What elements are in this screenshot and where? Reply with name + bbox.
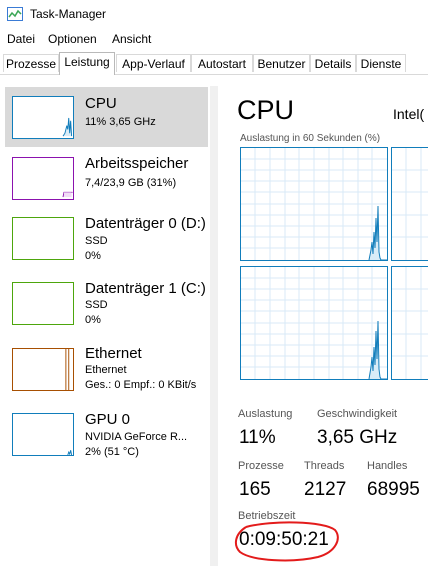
- menu-optionen[interactable]: Optionen: [48, 32, 97, 46]
- handles-label: Handles: [367, 460, 408, 472]
- sidebar-item-name: Datenträger 0 (D:): [85, 215, 206, 232]
- sidebar-item-name: Datenträger 1 (C:): [85, 280, 206, 297]
- cpu-core-graph: [240, 266, 388, 380]
- menu-datei[interactable]: Datei: [7, 32, 35, 46]
- sidebar-item-name: CPU: [85, 95, 117, 112]
- cpu-core-graph-canvas: [392, 148, 428, 260]
- sidebar-item-disk-1[interactable]: Datenträger 1 (C:) SSD 0%: [5, 278, 208, 338]
- auslastung-value: 11%: [239, 427, 276, 448]
- sidebar-item-detail-2: 0%: [85, 250, 101, 262]
- sidebar-item-cpu[interactable]: CPU 11% 3,65 GHz: [5, 87, 208, 147]
- sidebar-item-detail: 7,4/23,9 GB (31%): [85, 177, 177, 189]
- sidebar-item-detail: SSD: [85, 235, 108, 247]
- cpu-core-graph-canvas: [241, 148, 387, 261]
- sidebar-item-detail: NVIDIA GeForce R...: [85, 431, 188, 443]
- cpu-detail-panel: CPU Intel( Auslastung in 60 Sekunden (%): [218, 86, 428, 566]
- disk-1-thumbnail-graph: [12, 282, 74, 325]
- threads-value: 2127: [304, 479, 347, 500]
- cpu-model-name: Intel(: [393, 106, 425, 122]
- sidebar-item-detail: 11% 3,65 GHz: [85, 116, 156, 128]
- sidebar-scrollbar[interactable]: [210, 86, 218, 566]
- graph-label: Auslastung in 60 Sekunden (%): [240, 133, 381, 144]
- window-title: Task-Manager: [30, 7, 107, 21]
- cpu-core-graph-canvas: [392, 267, 428, 379]
- sidebar-item-detail: Ethernet: [85, 364, 127, 376]
- geschwindigkeit-label: Geschwindigkeit: [317, 408, 398, 420]
- menu-ansicht[interactable]: Ansicht: [112, 32, 151, 46]
- threads-label: Threads: [304, 460, 345, 472]
- memory-thumbnail-graph: [12, 157, 74, 200]
- tab-strip: Prozesse Leistung App-Verlauf Autostart …: [0, 52, 428, 75]
- gpu-0-thumbnail-graph: [12, 413, 74, 456]
- sidebar-item-name: Ethernet: [85, 345, 142, 362]
- sidebar-item-ethernet[interactable]: Ethernet Ethernet Ges.: 0 Empf.: 0 KBit/…: [5, 344, 208, 404]
- sidebar-item-memory[interactable]: Arbeitsspeicher 7,4/23,9 GB (31%): [5, 150, 208, 210]
- sidebar-item-detail-2: 2% (51 °C): [85, 446, 139, 458]
- cpu-core-graph: [391, 147, 428, 261]
- cpu-core-graph: [391, 266, 428, 380]
- geschwindigkeit-value: 3,65 GHz: [317, 427, 398, 448]
- sidebar-item-name: Arbeitsspeicher: [85, 155, 189, 172]
- tab-app-verlauf[interactable]: App-Verlauf: [116, 54, 191, 72]
- tab-leistung[interactable]: Leistung: [59, 52, 115, 75]
- prozesse-label: Prozesse: [238, 460, 284, 472]
- sidebar-item-gpu-0[interactable]: GPU 0 NVIDIA GeForce R... 2% (51 °C): [5, 408, 208, 468]
- auslastung-label: Auslastung: [238, 408, 293, 420]
- sidebar-item-detail-2: 0%: [85, 314, 101, 326]
- disk-0-thumbnail-graph: [12, 217, 74, 260]
- tab-prozesse[interactable]: Prozesse: [3, 54, 59, 72]
- resource-sidebar: CPU 11% 3,65 GHz Arbeitsspeicher 7,4/23,…: [0, 86, 218, 566]
- uptime-highlight-circle: [234, 521, 339, 562]
- tab-autostart[interactable]: Autostart: [191, 54, 253, 72]
- ethernet-thumbnail-graph: [12, 348, 74, 391]
- page-title: CPU: [237, 95, 295, 125]
- cpu-core-graph-canvas: [241, 267, 387, 380]
- sidebar-item-name: GPU 0: [85, 411, 131, 428]
- sidebar-item-disk-0[interactable]: Datenträger 0 (D:) SSD 0%: [5, 212, 208, 272]
- sidebar-item-detail-2: Ges.: 0 Empf.: 0 KBit/s: [85, 379, 197, 391]
- sidebar-item-detail: SSD: [85, 299, 108, 311]
- prozesse-value: 165: [239, 479, 271, 500]
- cpu-thumbnail-graph: [12, 96, 74, 139]
- tab-details[interactable]: Details: [310, 54, 356, 72]
- title-bar: Task-Manager: [0, 0, 428, 28]
- task-manager-icon: [7, 7, 23, 21]
- handles-value: 68995: [367, 479, 420, 500]
- tab-benutzer[interactable]: Benutzer: [253, 54, 310, 72]
- cpu-core-graph: [240, 147, 388, 261]
- tab-dienste[interactable]: Dienste: [356, 54, 406, 72]
